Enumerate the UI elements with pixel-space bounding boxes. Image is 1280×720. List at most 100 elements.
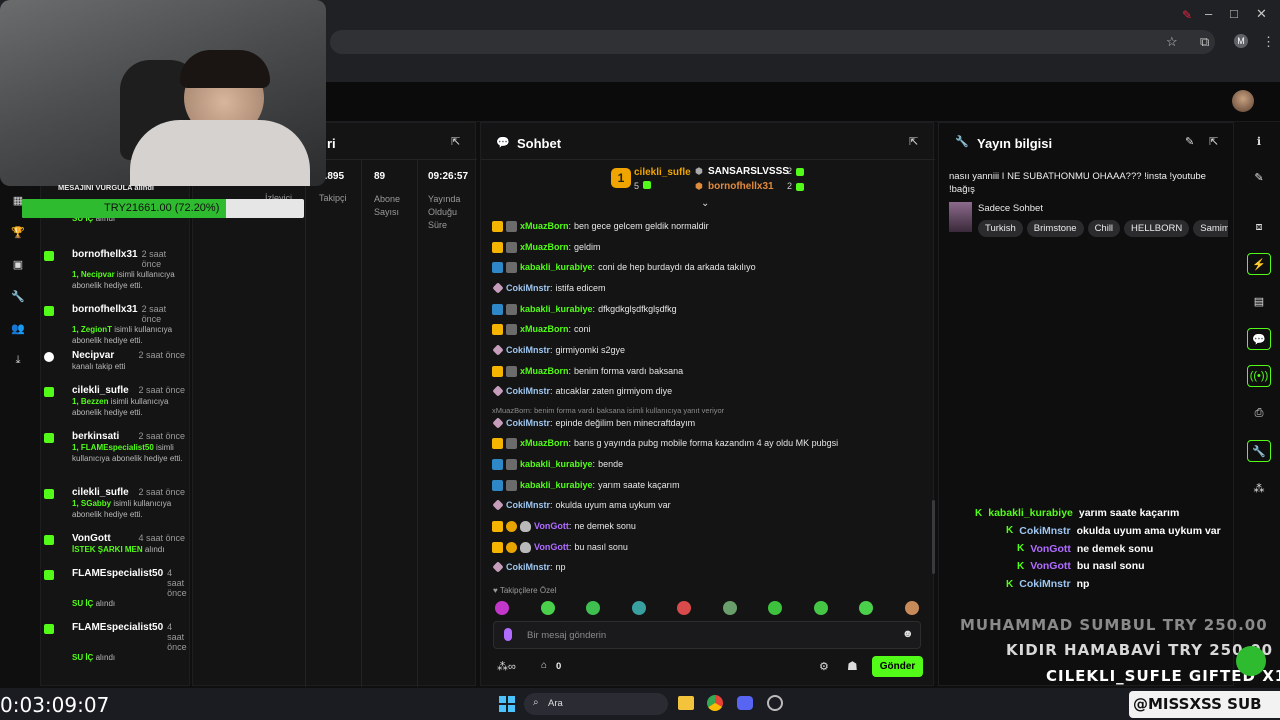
close-icon[interactable]: ✕ <box>1256 6 1267 22</box>
edit-pencil-icon[interactable]: ✎ <box>1185 135 1194 148</box>
extensions-icon[interactable]: ⧉ <box>1200 34 1209 50</box>
popout-icon[interactable]: ⇱ <box>451 135 460 148</box>
info-popout-icon[interactable]: ⇱ <box>1209 135 1218 148</box>
trophy-icon[interactable]: 🏆 <box>10 226 26 242</box>
chat-username[interactable]: xMuazBorn <box>520 324 569 334</box>
chat-popout-icon[interactable]: ⇱ <box>909 135 918 148</box>
chat-username[interactable]: xMuazBorn <box>520 221 569 231</box>
document-icon[interactable]: ▤ <box>1245 290 1273 312</box>
media-icon[interactable]: ▣ <box>10 258 26 274</box>
minimize-icon[interactable]: – <box>1205 6 1212 21</box>
info-icon[interactable]: ℹ <box>1245 130 1273 152</box>
gift-box-icon[interactable]: ⌂ <box>541 660 547 671</box>
chat-username[interactable]: CokiMnstr <box>506 500 550 510</box>
expand-icon[interactable]: ⌄ <box>701 198 709 209</box>
chat-username[interactable]: CokiMnstr <box>506 386 550 396</box>
chat-username[interactable]: xMuazBorn <box>520 366 569 376</box>
community-icon[interactable]: 👥 <box>10 322 26 338</box>
activity-username[interactable]: Necipvar <box>72 350 114 361</box>
chat-username[interactable]: VonGott <box>534 542 569 552</box>
broadcast-icon[interactable]: ((•)) <box>1247 365 1271 387</box>
chat-username[interactable]: kabakli_kurabiye <box>520 480 593 490</box>
chat-username[interactable]: xMuazBorn <box>520 438 569 448</box>
address-bar[interactable] <box>330 30 1215 54</box>
printer-icon[interactable]: ⎙ <box>1245 402 1273 424</box>
activity-username[interactable]: cilekli_sufle <box>72 487 129 498</box>
activity-highlight: 1, ZegionT <box>72 325 112 334</box>
emote-icon[interactable] <box>813 601 828 615</box>
tools-icon[interactable]: 🔧 <box>1247 440 1271 462</box>
activity-username[interactable]: FLAMEspecialist50 <box>72 622 163 652</box>
profile-avatar[interactable]: M <box>1234 34 1248 48</box>
gifter-2-name[interactable]: SANSARSLVSSS <box>708 166 789 177</box>
emote-icon[interactable] <box>722 601 737 615</box>
gifter-3-name[interactable]: bornofhellx31 <box>708 181 774 192</box>
discord-icon[interactable] <box>737 696 753 710</box>
activity-username[interactable]: bornofhellx31 <box>72 249 138 269</box>
top-gifter-rank-badge: 1 <box>611 168 631 188</box>
activity-username[interactable]: cilekli_sufle <box>72 385 129 396</box>
tag-chip[interactable]: Samimi <box>1193 220 1228 237</box>
tag-chip[interactable]: HELLBORN <box>1124 220 1190 237</box>
top-gifter-name[interactable]: cilekli_sufle <box>634 167 691 178</box>
overlay-message: bu nasıl sonu <box>1076 560 1145 573</box>
stream-timer: 0:03:09:07 <box>0 693 110 717</box>
chat-username[interactable]: CokiMnstr <box>506 562 550 572</box>
chat-icon[interactable]: 💬 <box>1247 328 1271 350</box>
chat-message-text: geldim <box>574 242 601 252</box>
chrome-icon[interactable] <box>707 695 723 711</box>
chat-username[interactable]: VonGott <box>534 521 569 531</box>
activity-time: 2 saat önce <box>138 431 185 441</box>
points-icon[interactable]: ⁂∞ <box>497 660 516 673</box>
send-button[interactable]: Gönder <box>872 656 923 677</box>
category-thumbnail[interactable] <box>949 202 972 232</box>
emote-icon[interactable] <box>540 601 555 615</box>
tag-chip[interactable]: Brimstone <box>1026 220 1084 237</box>
chat-username[interactable]: kabakli_kurabiye <box>520 304 593 314</box>
chat-scrollbar[interactable] <box>932 500 935 574</box>
lightning-icon[interactable]: ⚡ <box>1247 253 1271 275</box>
mic-icon[interactable] <box>504 628 512 641</box>
share-icon[interactable]: ⁂ <box>1245 477 1273 499</box>
emote-icon[interactable] <box>677 601 691 615</box>
chat-message: kabakli_kurabiye: dfkgdkglşdfkglşdfkg <box>492 300 922 318</box>
chat-username[interactable]: CokiMnstr <box>506 418 550 428</box>
emoji-icon[interactable]: ☻ <box>902 628 914 640</box>
settings-gear-icon[interactable]: ⚙ <box>819 660 829 673</box>
chat-input[interactable]: Bir mesaj gönderin ☻ <box>493 621 921 649</box>
file-explorer-icon[interactable] <box>678 696 694 710</box>
upload-icon[interactable]: ⤓ <box>10 354 26 370</box>
emote-icon[interactable] <box>859 601 873 615</box>
tag-chip[interactable]: Chill <box>1087 220 1121 237</box>
gift-icon <box>44 624 54 634</box>
emote-icon[interactable] <box>768 601 782 615</box>
extension-pin-icon[interactable]: ✎ <box>1182 8 1192 22</box>
bot-icon[interactable]: ☗ <box>847 659 858 673</box>
chat-username[interactable]: kabakli_kurabiye <box>520 459 593 469</box>
emote-icon[interactable] <box>495 601 509 615</box>
chat-username[interactable]: CokiMnstr <box>506 283 550 293</box>
screen-icon[interactable]: ⧈ <box>1245 216 1273 238</box>
maximize-icon[interactable]: □ <box>1230 6 1238 21</box>
menu-icon[interactable]: ⋮ <box>1262 34 1275 50</box>
chat-username[interactable]: kabakli_kurabiye <box>520 262 593 272</box>
pencil-icon[interactable]: ✎ <box>1245 166 1273 188</box>
activity-username[interactable]: bornofhellx31 <box>72 304 138 324</box>
chat-username[interactable]: xMuazBorn <box>520 242 569 252</box>
emote-icon[interactable] <box>904 601 919 615</box>
windows-start-icon[interactable] <box>499 696 515 712</box>
wrench-icon[interactable]: 🔧 <box>10 290 26 306</box>
activity-username[interactable]: VonGott <box>72 533 111 544</box>
activity-username[interactable]: FLAMEspecialist50 <box>72 568 163 598</box>
app-icon[interactable] <box>767 695 783 711</box>
user-avatar[interactable] <box>1232 90 1254 112</box>
tag-chip[interactable]: Turkish <box>978 220 1023 237</box>
taskbar-search[interactable]: ⌕ Ara <box>524 693 668 715</box>
activity-username[interactable]: berkinsati <box>72 431 119 442</box>
emote-icon[interactable] <box>586 601 600 615</box>
star-icon[interactable]: ☆ <box>1166 34 1178 50</box>
chat-username[interactable]: CokiMnstr <box>506 345 550 355</box>
emote-icon[interactable] <box>631 601 646 615</box>
category-name[interactable]: Sadece Sohbet <box>978 203 1043 214</box>
overlay-message: ne demek sonu <box>1076 542 1154 555</box>
